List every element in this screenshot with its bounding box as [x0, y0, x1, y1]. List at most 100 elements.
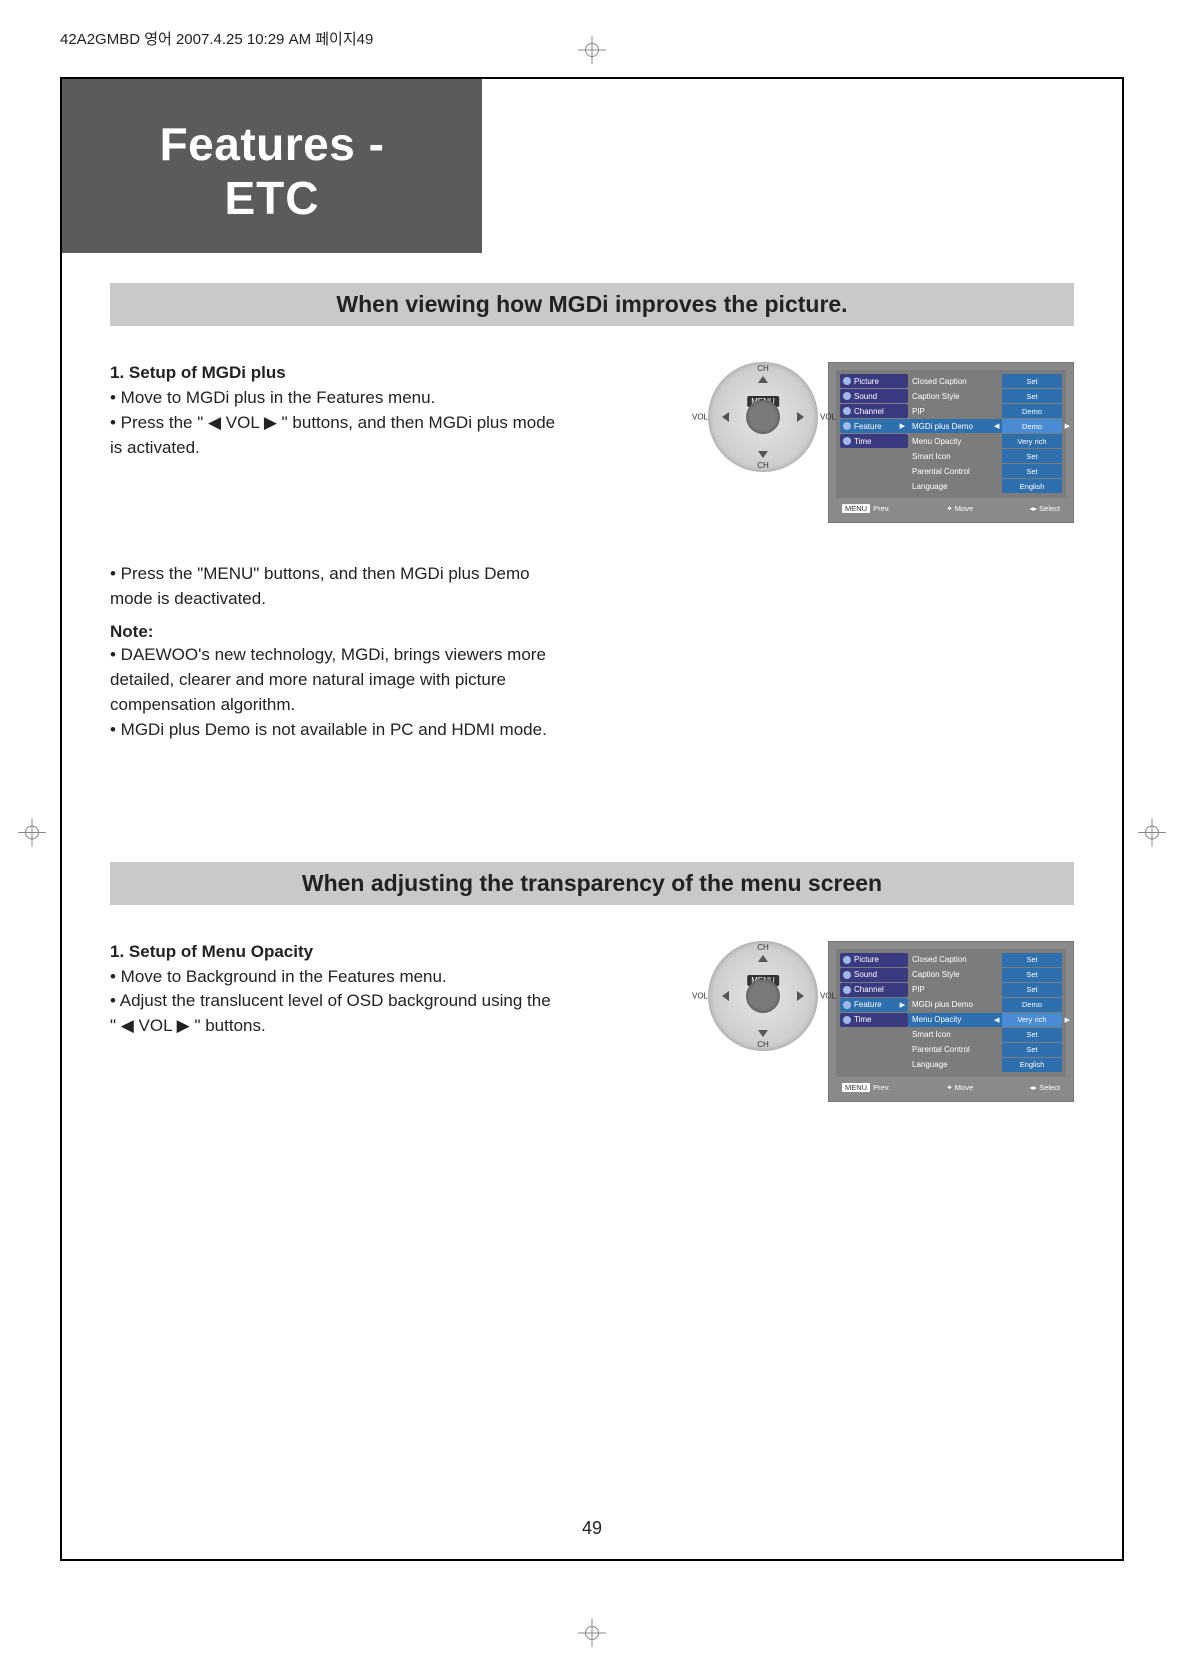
dpad-remote-icon: MENU CH CH VOL VOL — [708, 362, 818, 472]
dpad-vol-right: VOL — [820, 991, 836, 1000]
osd-item-label: Closed Caption — [908, 953, 1002, 967]
osd-item-value: Set — [1002, 389, 1062, 403]
osd-row: Smart IconSet — [840, 1028, 1062, 1042]
osd-item-label: Smart Icon — [908, 1028, 1002, 1042]
osd-screenshot-mgdi: PictureClosed CaptionSetSoundCaption Sty… — [828, 362, 1074, 523]
title-line1: Features - — [82, 117, 462, 171]
osd-move: Move — [955, 1083, 973, 1092]
dpad-ch-down: CH — [757, 461, 769, 470]
note-1b: detailed, clearer and more natural image… — [110, 669, 1074, 692]
osd-item-label: PIP — [908, 404, 1002, 418]
note-heading: Note: — [110, 621, 1074, 644]
osd-item-label: Menu Opacity — [908, 1013, 1002, 1027]
mgdi-subhead: 1. Setup of MGDi plus — [110, 362, 688, 385]
osd-row: Smart IconSet — [840, 449, 1062, 463]
dpad-vol-left: VOL — [692, 413, 708, 422]
osd-item-label: Language — [908, 1058, 1002, 1072]
page-number: 49 — [582, 1518, 602, 1539]
osd-item-label: Smart Icon — [908, 449, 1002, 463]
registration-mark-left — [18, 819, 46, 852]
section-heading-opacity: When adjusting the transparency of the m… — [110, 862, 1074, 905]
osd-tab: Feature — [840, 419, 908, 433]
note-1c: compensation algorithm. — [110, 694, 1074, 717]
osd-item-value: Demo — [1002, 404, 1062, 418]
osd-item-value: Set — [1002, 968, 1062, 982]
osd-row: Parental ControlSet — [840, 464, 1062, 478]
osd-item-value: Demo — [1002, 998, 1062, 1012]
osd-item-label: Language — [908, 479, 1002, 493]
opacity-bullet-1: • Move to Background in the Features men… — [110, 966, 688, 989]
osd-item-value: Set — [1002, 464, 1062, 478]
osd-tab: Channel — [840, 983, 908, 997]
dpad-ch-up: CH — [757, 364, 769, 373]
osd-item-value: Set — [1002, 1043, 1062, 1057]
registration-mark-bottom — [578, 1619, 606, 1652]
dpad-vol-left: VOL — [692, 991, 708, 1000]
osd-item-value: Set — [1002, 449, 1062, 463]
section-heading-mgdi: When viewing how MGDi improves the pictu… — [110, 283, 1074, 326]
osd-prev: Prev. — [873, 504, 890, 513]
dpad-vol-right: VOL — [820, 413, 836, 422]
osd-row: Parental ControlSet — [840, 1043, 1062, 1057]
osd-item-label: Closed Caption — [908, 374, 1002, 388]
title-line2: ETC — [82, 171, 462, 225]
opacity-bullet-2b: " ◀ VOL ▶ " buttons. — [110, 1015, 688, 1038]
page-frame: Features - ETC When viewing how MGDi imp… — [60, 77, 1124, 1561]
osd-tab: Channel — [840, 404, 908, 418]
osd-item-label: PIP — [908, 983, 1002, 997]
osd-row: FeatureMGDi plus DemoDemo — [840, 998, 1062, 1012]
osd-row: SoundCaption StyleSet — [840, 389, 1062, 403]
osd-tab: Time — [840, 1013, 908, 1027]
chapter-title: Features - ETC — [62, 79, 482, 253]
osd-item-label: MGDi plus Demo — [908, 419, 1002, 433]
osd-prev-tag: MENU — [842, 504, 870, 513]
osd-select: Select — [1039, 1083, 1060, 1092]
osd-item-label: Menu Opacity — [908, 434, 1002, 448]
opacity-instructions: 1. Setup of Menu Opacity • Move to Backg… — [110, 941, 688, 1041]
mgdi-bullet-1: • Move to MGDi plus in the Features menu… — [110, 387, 688, 410]
note-1a: • DAEWOO's new technology, MGDi, brings … — [110, 644, 1074, 667]
osd-tab: Sound — [840, 389, 908, 403]
mgdi-notes: • Press the "MENU" buttons, and then MGD… — [110, 563, 1074, 742]
osd-item-value: Set — [1002, 374, 1062, 388]
osd-row: ChannelPIPSet — [840, 983, 1062, 997]
dpad-remote-icon: MENU CH CH VOL VOL — [708, 941, 818, 1051]
dpad-ch-up: CH — [757, 943, 769, 952]
osd-row: PictureClosed CaptionSet — [840, 374, 1062, 388]
osd-item-value: Set — [1002, 1028, 1062, 1042]
osd-item-value: Set — [1002, 953, 1062, 967]
osd-row: LanguageEnglish — [840, 479, 1062, 493]
osd-item-value: Demo◀▶ — [1002, 419, 1062, 433]
osd-item-label: Caption Style — [908, 968, 1002, 982]
opacity-bullet-2a: • Adjust the translucent level of OSD ba… — [110, 990, 688, 1013]
osd-item-value: Very rich◀▶ — [1002, 1013, 1062, 1027]
osd-item-value: Set — [1002, 983, 1062, 997]
mgdi-bullet-3b: mode is deactivated. — [110, 588, 1074, 611]
osd-tab: Time — [840, 434, 908, 448]
osd-tab: Sound — [840, 968, 908, 982]
osd-prev-tag: MENU — [842, 1083, 870, 1092]
osd-row: SoundCaption StyleSet — [840, 968, 1062, 982]
registration-mark-top — [578, 36, 606, 69]
mgdi-bullet-2b: is activated. — [110, 437, 688, 460]
opacity-subhead: 1. Setup of Menu Opacity — [110, 941, 688, 964]
osd-screenshot-opacity: PictureClosed CaptionSetSoundCaption Sty… — [828, 941, 1074, 1102]
mgdi-instructions: 1. Setup of MGDi plus • Move to MGDi plu… — [110, 362, 688, 462]
osd-row: FeatureMGDi plus DemoDemo◀▶ — [840, 419, 1062, 433]
osd-item-label: MGDi plus Demo — [908, 998, 1002, 1012]
osd-row: ChannelPIPDemo — [840, 404, 1062, 418]
osd-prev: Prev. — [873, 1083, 890, 1092]
osd-item-label: Parental Control — [908, 464, 1002, 478]
osd-move: Move — [955, 504, 973, 513]
osd-tab: Picture — [840, 953, 908, 967]
osd-item-value: Very rich — [1002, 434, 1062, 448]
osd-row: TimeMenu OpacityVery rich◀▶ — [840, 1013, 1062, 1027]
osd-select: Select — [1039, 504, 1060, 513]
osd-row: LanguageEnglish — [840, 1058, 1062, 1072]
dpad-ch-down: CH — [757, 1040, 769, 1049]
mgdi-bullet-3a: • Press the "MENU" buttons, and then MGD… — [110, 563, 1074, 586]
registration-mark-right — [1138, 819, 1166, 852]
osd-item-label: Caption Style — [908, 389, 1002, 403]
osd-item-value: English — [1002, 1058, 1062, 1072]
note-2: • MGDi plus Demo is not available in PC … — [110, 719, 1074, 742]
